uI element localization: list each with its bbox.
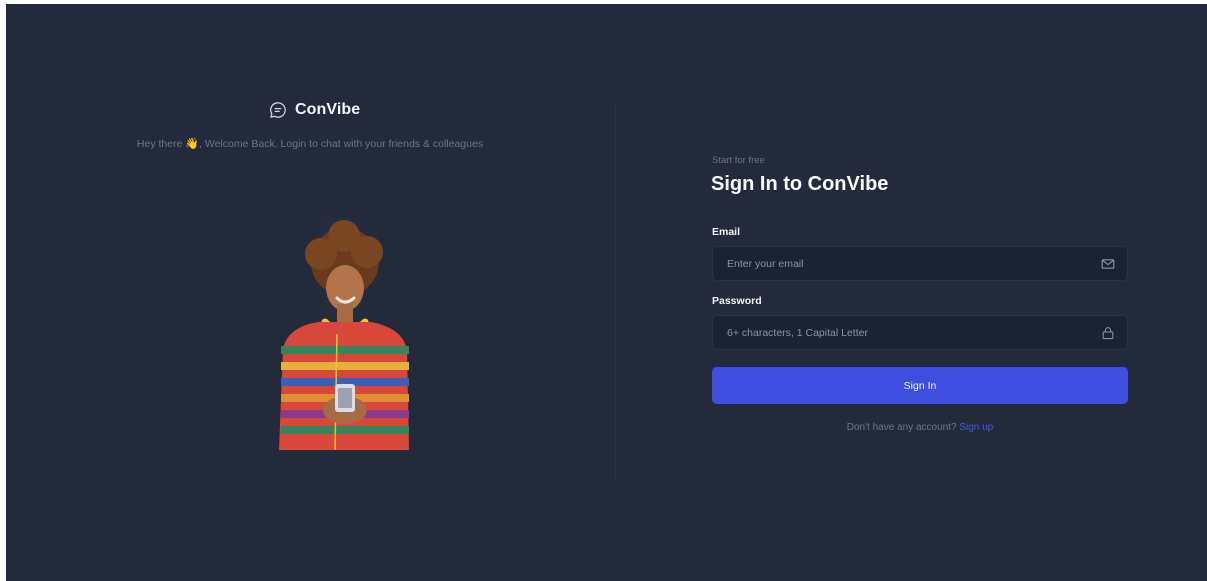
- signup-prompt-text: Don't have any account?: [846, 422, 960, 433]
- brand-logo: ConVibe: [269, 101, 360, 119]
- password-field[interactable]: [727, 316, 1087, 349]
- mail-icon: [1101, 259, 1115, 269]
- lock-icon: [1102, 327, 1114, 340]
- signup-prompt: Don't have any account? Sign up: [712, 422, 1128, 433]
- email-field[interactable]: [727, 247, 1087, 280]
- welcome-text-end: , Welcome Back. Login to chat with your …: [199, 138, 484, 150]
- sign-in-button[interactable]: Sign In: [712, 367, 1128, 404]
- brand-name: ConVibe: [295, 101, 361, 118]
- page-title: Sign In to ConVibe: [711, 173, 889, 195]
- welcome-text-start: Hey there: [136, 138, 186, 150]
- signin-screen: ConVibe Hey there 👋, Welcome Back. Login…: [6, 4, 1207, 581]
- sign-up-link[interactable]: Sign up: [959, 422, 993, 433]
- start-for-free-label: Start for free: [712, 155, 765, 166]
- password-field-container[interactable]: [712, 315, 1128, 350]
- chat-bubble-icon: [270, 102, 286, 118]
- welcome-message: Hey there 👋, Welcome Back. Login to chat…: [6, 137, 614, 150]
- person-with-phone-illustration: [269, 218, 409, 450]
- waving-hand-icon: 👋: [185, 138, 200, 150]
- password-label: Password: [712, 295, 762, 307]
- email-field-container[interactable]: [712, 246, 1128, 281]
- panel-divider: [615, 104, 616, 480]
- email-label: Email: [712, 226, 741, 238]
